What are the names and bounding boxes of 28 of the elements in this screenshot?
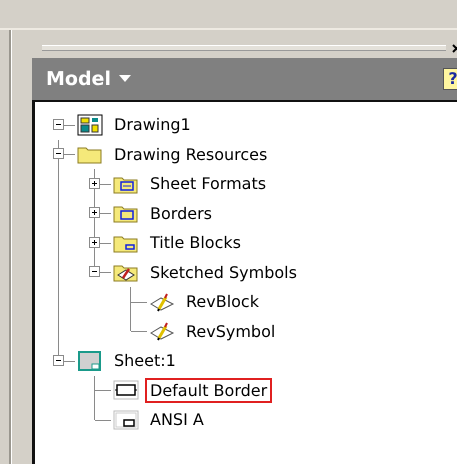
tree-item[interactable]: Borders — [145, 200, 217, 226]
drawing-icon — [77, 114, 103, 136]
caret-icon[interactable] — [118, 75, 131, 83]
collapse-button[interactable] — [53, 118, 64, 130]
pencil-icon — [149, 320, 175, 342]
tree-item[interactable]: RevBlock — [181, 289, 264, 314]
border-icon — [113, 408, 139, 431]
tree-item[interactable]: Drawing1 — [109, 112, 196, 138]
tree-item[interactable]: Sketched Symbols — [145, 260, 302, 285]
tree-item[interactable]: RevSymbol — [181, 318, 280, 344]
help-button[interactable]: ? — [443, 68, 457, 90]
expand-button[interactable] — [89, 236, 100, 248]
tree-item[interactable]: Default Border — [145, 378, 272, 403]
tree-item[interactable]: Sheet:1 — [109, 348, 181, 374]
pencil-icon — [149, 290, 175, 313]
tree-item[interactable]: ANSI A — [145, 407, 209, 432]
collapse-button[interactable] — [53, 354, 64, 366]
grip-bar[interactable] — [42, 45, 446, 51]
collapse-button[interactable] — [53, 148, 64, 160]
sheet-icon — [77, 350, 103, 372]
expand-button[interactable] — [89, 178, 100, 189]
collapse-button[interactable] — [89, 266, 100, 278]
tree-item[interactable]: Title Blocks — [145, 230, 246, 256]
tree-item[interactable]: Sheet Formats — [145, 171, 272, 196]
panel-title[interactable]: Model — [46, 68, 111, 90]
border-icon — [113, 379, 139, 402]
expand-button[interactable] — [89, 207, 100, 218]
tree-item[interactable]: Drawing Resources — [109, 142, 272, 167]
